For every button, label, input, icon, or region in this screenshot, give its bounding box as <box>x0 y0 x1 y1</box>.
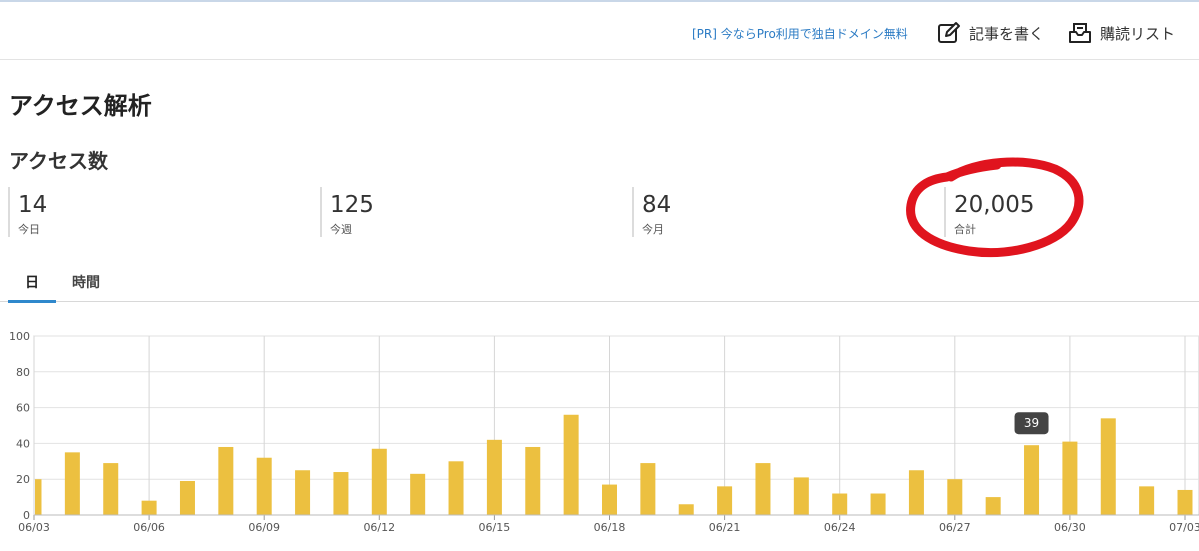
tab-bar: 日 時間 <box>0 262 1199 303</box>
x-tick-label: 07/03 <box>1169 521 1199 534</box>
stat-week-value: 125 <box>330 192 374 218</box>
stat-today-value: 14 <box>18 192 48 218</box>
x-tick-label: 06/21 <box>709 521 741 534</box>
bar-06/10 <box>295 470 311 515</box>
page-title: アクセス解析 <box>9 92 152 120</box>
y-tick-label: 100 <box>9 330 30 343</box>
stat-today: 14 今日 <box>8 187 47 237</box>
bar-06/25 <box>870 493 886 515</box>
bar-06/06 <box>141 500 157 515</box>
x-tick-label: 06/12 <box>363 521 395 534</box>
edit-icon <box>938 22 960 43</box>
x-tick-label: 06/09 <box>248 521 280 534</box>
bar-06/24 <box>832 493 848 515</box>
subscription-list-label: 購読リスト <box>1100 24 1176 43</box>
y-tick-label: 20 <box>16 473 30 486</box>
bar-06/16 <box>525 446 541 515</box>
bar-06/11 <box>333 472 349 515</box>
y-tick-label: 40 <box>16 437 30 450</box>
bar-06/17 <box>563 414 579 515</box>
stat-month-value: 84 <box>642 192 672 218</box>
stat-month: 84 今月 <box>632 187 671 237</box>
bar-tooltip-value: 39 <box>1024 416 1039 430</box>
bar-06/27 <box>947 479 963 515</box>
y-tick-label: 60 <box>16 402 30 415</box>
x-tick-label: 06/30 <box>1054 521 1086 534</box>
stat-month-label: 今月 <box>642 223 664 236</box>
bar-06/09 <box>256 457 272 515</box>
bar-06/08 <box>218 446 234 515</box>
stat-week-label: 今週 <box>330 223 352 236</box>
bar-06/29 <box>1024 445 1040 515</box>
access-bar-chart: 02040608010006/03 06/06 06/09 06/12 06/15 06/… <box>9 330 1199 534</box>
bar-06/12 <box>371 448 387 515</box>
stat-today-label: 今日 <box>18 223 40 236</box>
x-tick-label: 06/06 <box>133 521 165 534</box>
bar-06/28 <box>985 497 1001 515</box>
y-tick-label: 80 <box>16 366 30 379</box>
bar-06/18 <box>602 484 617 515</box>
bar-06/04 <box>64 452 80 515</box>
x-tick-label: 06/27 <box>939 521 971 534</box>
bar-06/22 <box>755 463 771 515</box>
bar-06/19 <box>640 463 656 515</box>
red-circle-annotation <box>906 157 1084 258</box>
section-title: アクセス数 <box>9 149 108 173</box>
tab-day[interactable]: 日 <box>8 262 56 303</box>
bar-06/13 <box>410 473 426 515</box>
write-article-button[interactable]: 記事を書く <box>937 18 1044 48</box>
bar-06/30 <box>1062 441 1078 515</box>
bar-06/26 <box>908 470 924 515</box>
bar-06/21 <box>717 486 733 515</box>
subscription-list-button[interactable]: 購読リスト <box>1068 18 1175 48</box>
bar-06/14 <box>448 461 464 515</box>
bar-06/03 <box>35 479 42 515</box>
bar-07/02 <box>1139 486 1155 515</box>
inbox-icon <box>1069 23 1091 43</box>
x-tick-label: 06/18 <box>594 521 626 534</box>
bar-07/03 <box>1177 489 1193 515</box>
bar-06/07 <box>179 480 195 515</box>
tab-hour[interactable]: 時間 <box>66 262 106 302</box>
bar-06/05 <box>103 463 119 515</box>
pr-link[interactable]: [PR] 今ならPro利用で独自ドメイン無料 <box>692 25 908 42</box>
write-article-label: 記事を書く <box>969 24 1045 43</box>
bar-06/20 <box>678 504 694 515</box>
stat-week: 125 今週 <box>320 187 374 237</box>
bar-07/01 <box>1100 418 1116 515</box>
bar-06/15 <box>486 439 502 515</box>
bar-06/23 <box>793 477 809 515</box>
header-bar: [PR] 今ならPro利用で独自ドメイン無料 記事を書く 購読リスト <box>0 2 1199 60</box>
x-tick-label: 06/15 <box>479 521 511 534</box>
x-tick-label: 06/24 <box>824 521 856 534</box>
x-tick-label: 06/03 <box>18 521 50 534</box>
